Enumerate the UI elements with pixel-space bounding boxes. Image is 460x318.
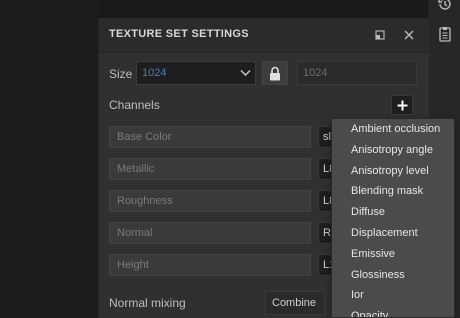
channel-field-height[interactable]: Height	[109, 254, 311, 276]
channel-name: Height	[117, 259, 149, 271]
panel-header: TEXTURE SET SETTINGS	[99, 18, 429, 53]
size-value: 1024	[142, 67, 167, 79]
close-icon[interactable]	[402, 28, 416, 42]
clipboard-icon[interactable]	[437, 26, 453, 42]
add-channel-button[interactable]	[391, 95, 413, 115]
channel-name: Base Color	[117, 131, 172, 143]
top-empty-area	[98, 0, 428, 18]
menu-item-ambient-occlusion[interactable]: Ambient occlusion	[332, 119, 454, 140]
panel-title: TEXTURE SET SETTINGS	[109, 28, 249, 40]
menu-item-blending-mask[interactable]: Blending mask	[332, 181, 454, 202]
menu-item-displacement[interactable]: Displacement	[332, 223, 454, 244]
channel-name: Roughness	[117, 195, 173, 207]
add-channel-menu: Ambient occlusion Anisotropy angle Aniso…	[331, 118, 455, 318]
normal-mixing-label: Normal mixing	[109, 296, 186, 310]
channel-name: Normal	[117, 227, 153, 239]
menu-item-opacity[interactable]: Opacity	[332, 306, 454, 317]
channel-format: R	[323, 227, 331, 239]
history-icon[interactable]	[437, 0, 453, 12]
chevron-down-icon	[240, 69, 251, 77]
lock-icon	[270, 66, 280, 81]
menu-item-anisotropy-angle[interactable]: Anisotropy angle	[332, 140, 454, 161]
channel-field-metallic[interactable]: Metallic	[109, 158, 311, 180]
lock-size-button[interactable]	[262, 61, 288, 85]
channel-name: Metallic	[117, 163, 155, 175]
channel-field-roughness[interactable]: Roughness	[109, 190, 311, 212]
menu-item-ior[interactable]: Ior	[332, 285, 454, 306]
channel-field-normal[interactable]: Normal	[109, 222, 311, 244]
menu-item-diffuse[interactable]: Diffuse	[332, 202, 454, 223]
normal-mixing-value: Combine	[272, 297, 317, 309]
channel-format: sl	[323, 131, 331, 143]
size-label: Size	[109, 67, 133, 81]
menu-item-anisotropy-level[interactable]: Anisotropy level	[332, 161, 454, 182]
popout-icon[interactable]	[373, 28, 387, 42]
size-select[interactable]: 1024	[136, 61, 256, 85]
normal-mixing-select[interactable]: Combine	[265, 291, 325, 315]
menu-item-emissive[interactable]: Emissive	[332, 244, 454, 265]
menu-item-glossiness[interactable]: Glossiness	[332, 265, 454, 286]
channel-field-base-color[interactable]: Base Color	[109, 126, 311, 148]
plus-icon	[397, 100, 408, 111]
linked-size-value: 1024	[303, 67, 328, 79]
linked-size-field[interactable]: 1024	[297, 61, 417, 85]
left-empty-area	[0, 0, 98, 318]
channels-label: Channels	[109, 98, 160, 112]
